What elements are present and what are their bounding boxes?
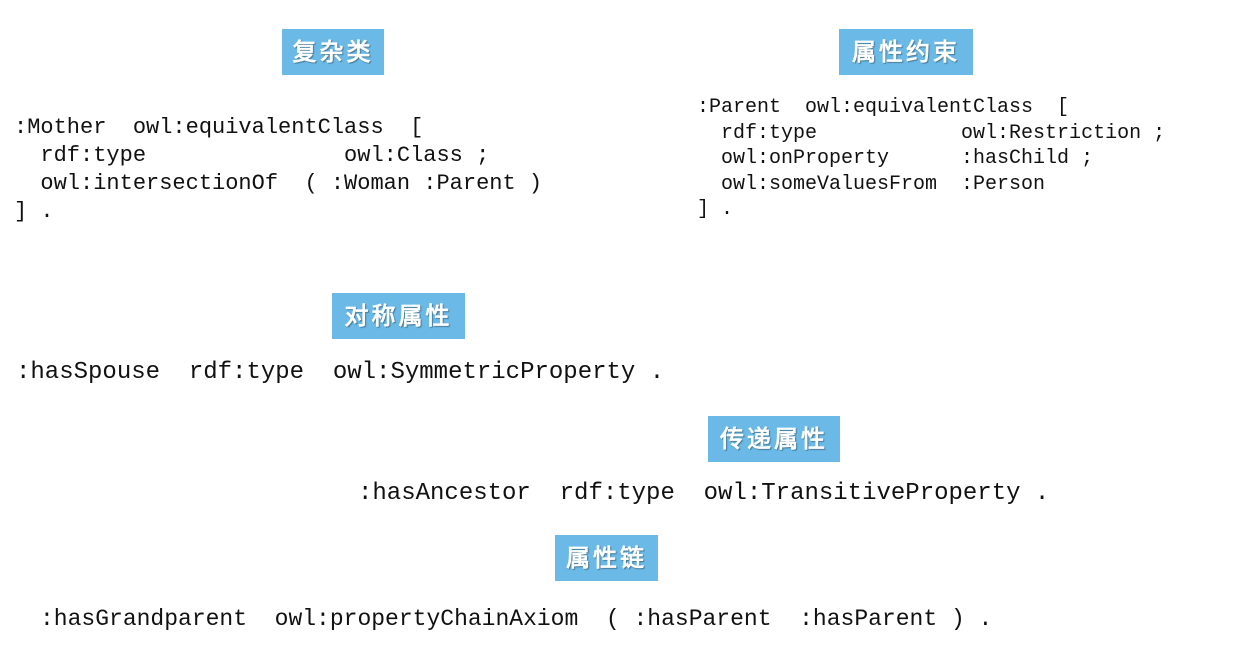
code-line: rdf:type owl:Restriction ;: [697, 121, 1166, 145]
property-chain-label: 属性链: [555, 535, 658, 581]
property-chain-code: :hasGrandparent owl:propertyChainAxiom (…: [40, 606, 993, 632]
complex-class-label: 复杂类: [282, 29, 384, 75]
code-line: ] .: [14, 199, 54, 224]
symmetric-property-code: :hasSpouse rdf:type owl:SymmetricPropert…: [16, 359, 665, 386]
complex-class-code: :Mother owl:equivalentClass [ rdf:type o…: [14, 114, 542, 226]
code-line: owl:someValuesFrom :Person: [697, 172, 1046, 196]
code-line: rdf:type owl:Class ;: [14, 143, 490, 168]
symmetric-property-label: 对称属性: [332, 293, 465, 339]
code-line: :Parent owl:equivalentClass [: [697, 96, 1070, 119]
property-restriction-code: :Parent owl:equivalentClass [ rdf:type o…: [697, 95, 1165, 223]
code-line: :Mother owl:equivalentClass [: [14, 115, 424, 140]
property-restriction-label: 属性约束: [839, 29, 973, 75]
code-line: owl:intersectionOf ( :Woman :Parent ): [14, 171, 543, 196]
code-line: owl:onProperty :hasChild ;: [697, 147, 1094, 170]
transitive-property-code: :hasAncestor rdf:type owl:TransitiveProp…: [358, 480, 1050, 507]
transitive-property-label: 传递属性: [708, 416, 840, 462]
code-line: ] .: [697, 198, 734, 221]
